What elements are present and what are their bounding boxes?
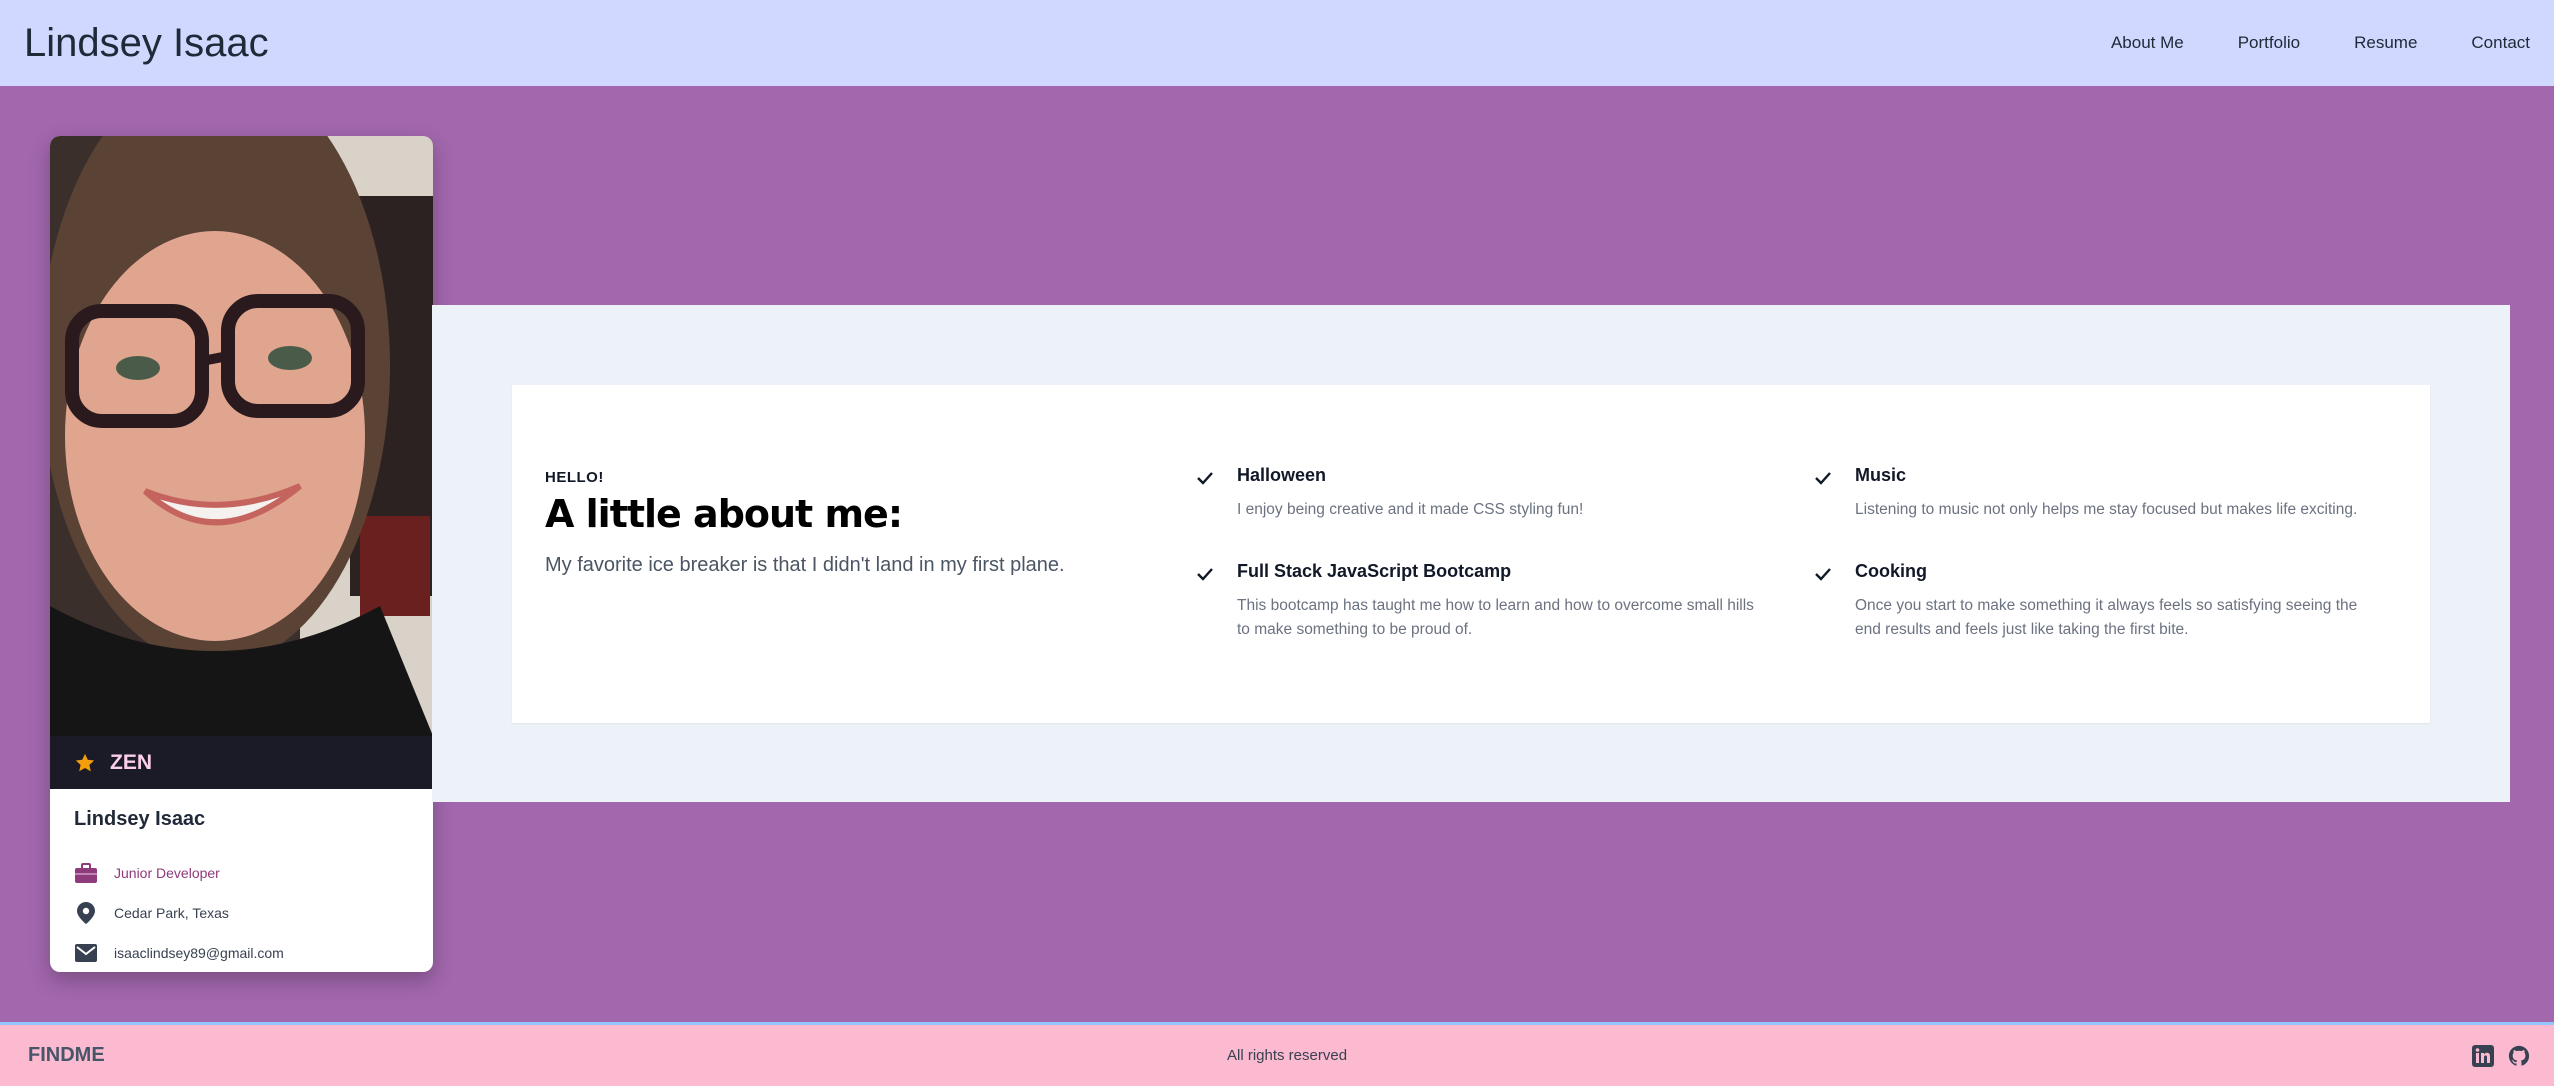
badge-label: ZEN (110, 750, 152, 774)
nav-links: About Me Portfolio Resume Contact (2057, 33, 2530, 53)
about-eyebrow: HELLO! (545, 469, 604, 486)
feature-item: Music Listening to music not only helps … (1813, 465, 2373, 522)
feature-item: Cooking Once you start to make something… (1813, 561, 2373, 642)
feature-description: I enjoy being creative and it made CSS s… (1237, 501, 1584, 518)
job-title: Junior Developer (114, 865, 220, 881)
profile-details: Lindsey Isaac Junior Developer Cedar Par… (74, 808, 409, 972)
feature-title: Halloween (1237, 465, 1327, 485)
profile-photo (50, 136, 433, 736)
about-section: HELLO! A little about me: My favorite ic… (432, 305, 2510, 802)
profile-name: Lindsey Isaac (74, 808, 206, 830)
about-headline: A little about me: (545, 492, 903, 536)
profile-card: ZEN Lindsey Isaac Junior Developer Cedar… (50, 136, 433, 972)
github-icon[interactable] (2508, 1045, 2530, 1067)
footer-copyright: All rights reserved (1227, 1047, 1348, 1064)
nav-about-me[interactable]: About Me (2111, 33, 2184, 53)
job-row: Junior Developer (74, 853, 409, 893)
footer-brand[interactable]: FINDME (28, 1044, 105, 1067)
location-text: Cedar Park, Texas (114, 905, 229, 921)
feature-title: Music (1855, 465, 1907, 485)
site-brand[interactable]: Lindsey Isaac (24, 21, 269, 66)
check-icon (1195, 468, 1215, 488)
feature-description: This bootcamp has taught me how to learn… (1237, 597, 1754, 638)
star-icon (74, 752, 96, 774)
check-icon (1813, 564, 1833, 584)
nav-contact[interactable]: Contact (2471, 33, 2530, 53)
mail-icon (74, 941, 98, 965)
feature-title: Cooking (1855, 561, 1927, 581)
top-navbar: Lindsey Isaac About Me Portfolio Resume … (0, 0, 2554, 86)
nav-resume[interactable]: Resume (2354, 33, 2417, 53)
check-icon (1813, 468, 1833, 488)
about-intro: HELLO! A little about me: My favorite ic… (545, 469, 1145, 577)
email-row: isaaclindsey89@gmail.com (74, 933, 409, 972)
nav-portfolio[interactable]: Portfolio (2238, 33, 2300, 53)
social-links (2472, 1044, 2530, 1067)
location-row: Cedar Park, Texas (74, 893, 409, 933)
feature-description: Listening to music not only helps me sta… (1855, 501, 2358, 518)
briefcase-icon (74, 861, 98, 885)
profile-badge-bar: ZEN (50, 736, 433, 789)
feature-item: Full Stack JavaScript Bootcamp This boot… (1195, 561, 1755, 642)
check-icon (1195, 564, 1215, 584)
email-text[interactable]: isaaclindsey89@gmail.com (114, 945, 284, 961)
footer: FINDME All rights reserved (0, 1022, 2554, 1086)
about-card: HELLO! A little about me: My favorite ic… (512, 385, 2430, 723)
feature-description: Once you start to make something it alwa… (1855, 597, 2358, 638)
about-tagline: My favorite ice breaker is that I didn't… (545, 554, 1065, 576)
feature-title: Full Stack JavaScript Bootcamp (1237, 561, 1512, 581)
feature-item: Halloween I enjoy being creative and it … (1195, 465, 1755, 522)
linkedin-icon[interactable] (2472, 1044, 2494, 1067)
map-pin-icon (74, 901, 98, 925)
